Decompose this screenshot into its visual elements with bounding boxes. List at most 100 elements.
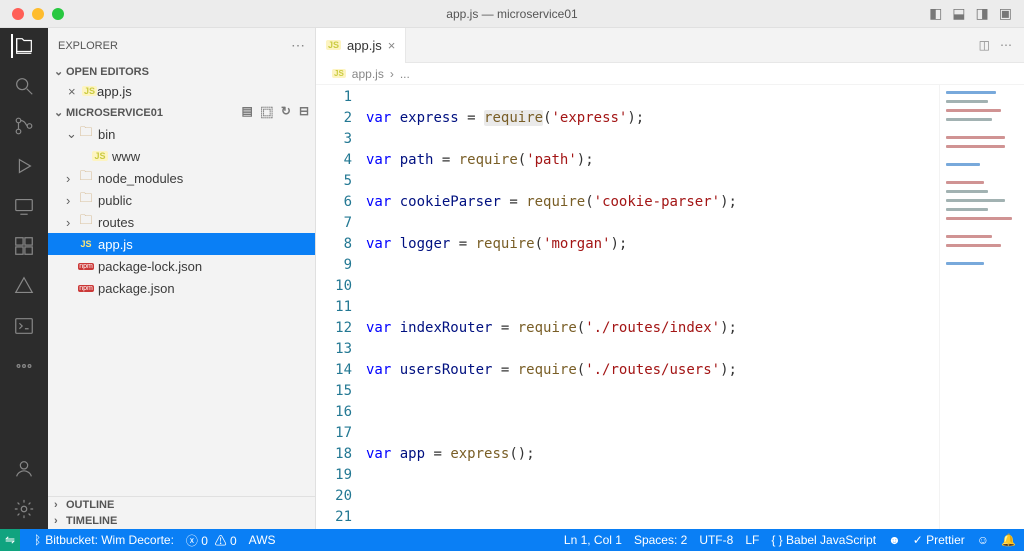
- folder-icon: 🗀: [78, 189, 94, 211]
- breadcrumb[interactable]: JS app.js › ...: [316, 63, 1024, 85]
- activity-bar: [0, 28, 48, 529]
- window-title: app.js — microservice01: [446, 7, 577, 21]
- minimap[interactable]: [939, 85, 1024, 529]
- layout-right-icon[interactable]: ◨: [976, 5, 989, 22]
- project-section[interactable]: ⌄MICROSERVICE01 ▤ ⿴ ↻ ⊟: [48, 102, 315, 123]
- file-label: app.js: [98, 237, 133, 252]
- remote-explorer-icon[interactable]: [12, 194, 36, 218]
- project-label: MICROSERVICE01: [66, 107, 163, 119]
- js-file-icon: JS: [78, 239, 94, 249]
- explorer-icon[interactable]: [11, 34, 35, 58]
- file-package-json[interactable]: npm package.json: [48, 277, 315, 299]
- new-folder-icon[interactable]: ⿴: [261, 104, 273, 121]
- file-tree: ⌄🗀bin JSwww ›🗀node_modules ›🗀public ›🗀ro…: [48, 123, 315, 299]
- open-editor-item[interactable]: × JS app.js: [48, 80, 315, 102]
- status-bitbucket[interactable]: ᛒBitbucket: Wim Decorte:: [34, 533, 174, 547]
- chevron-down-icon: ⌄: [54, 65, 64, 78]
- status-prettier[interactable]: ✓ Prettier: [913, 533, 965, 547]
- timeline-section[interactable]: ›TIMELINE: [48, 513, 315, 529]
- close-tab-icon[interactable]: ×: [388, 38, 396, 53]
- status-eol[interactable]: LF: [745, 533, 759, 547]
- chevron-right-icon: ›: [66, 171, 76, 186]
- split-editor-icon[interactable]: ◫: [979, 38, 990, 52]
- status-encoding[interactable]: UTF-8: [699, 533, 733, 547]
- new-file-icon[interactable]: ▤: [242, 104, 253, 121]
- file-label: www: [112, 149, 140, 164]
- collapse-all-icon[interactable]: ⊟: [299, 104, 309, 121]
- js-file-icon: JS: [92, 151, 108, 161]
- folder-icon: 🗀: [78, 167, 94, 189]
- code-editor[interactable]: 123456789101112131415161718192021 var ex…: [316, 85, 1024, 529]
- extensions-icon[interactable]: [12, 234, 36, 258]
- file-www[interactable]: JS www: [48, 145, 315, 167]
- folder-label: bin: [98, 127, 115, 142]
- source-control-icon[interactable]: [12, 114, 36, 138]
- status-cursor-position[interactable]: Ln 1, Col 1: [564, 533, 622, 547]
- npm-file-icon: npm: [78, 285, 94, 292]
- status-copilot-icon[interactable]: ☻: [888, 533, 901, 547]
- explorer-more-icon[interactable]: ⋯: [291, 37, 305, 54]
- folder-label: routes: [98, 215, 134, 230]
- file-label: package-lock.json: [98, 259, 202, 274]
- folder-public[interactable]: ›🗀 public: [48, 189, 315, 211]
- status-bar: ⇋ ᛒBitbucket: Wim Decorte: ⓧ 0 ⚠ 0 AWS L…: [0, 529, 1024, 551]
- status-aws[interactable]: AWS: [249, 533, 276, 547]
- layout-left-icon[interactable]: ◧: [929, 5, 942, 22]
- window-minimize-icon[interactable]: [32, 8, 44, 20]
- run-debug-icon[interactable]: [12, 154, 36, 178]
- layout-bottom-icon[interactable]: ⬓: [952, 5, 965, 22]
- accounts-icon[interactable]: [12, 457, 36, 481]
- status-indentation[interactable]: Spaces: 2: [634, 533, 687, 547]
- status-feedback-icon[interactable]: ☺: [977, 533, 989, 547]
- editor-more-icon[interactable]: ⋯: [1000, 38, 1012, 52]
- file-package-lock[interactable]: npm package-lock.json: [48, 255, 315, 277]
- explorer-title: EXPLORER: [58, 40, 118, 52]
- aws-icon[interactable]: [12, 274, 36, 298]
- open-editors-label: OPEN EDITORS: [66, 66, 149, 78]
- tab-app-js[interactable]: JS app.js ×: [316, 28, 406, 63]
- file-app-js[interactable]: JS app.js: [48, 233, 315, 255]
- window-zoom-icon[interactable]: [52, 8, 64, 20]
- timeline-label: TIMELINE: [66, 515, 117, 527]
- chevron-right-icon: ›: [54, 499, 64, 511]
- js-file-icon: JS: [326, 40, 341, 50]
- terminal-icon[interactable]: [12, 314, 36, 338]
- chevron-right-icon: ›: [66, 193, 76, 208]
- status-bell-icon[interactable]: 🔔: [1001, 533, 1016, 547]
- js-file-icon: JS: [332, 69, 346, 78]
- line-number-gutter: 123456789101112131415161718192021: [316, 85, 366, 529]
- title-bar: app.js — microservice01 ◧ ⬓ ◨ ▣: [0, 0, 1024, 28]
- status-problems[interactable]: ⓧ 0 ⚠ 0: [186, 532, 237, 549]
- search-icon[interactable]: [12, 74, 36, 98]
- chevron-down-icon: ⌄: [54, 106, 64, 119]
- folder-icon: 🗀: [78, 123, 94, 145]
- breadcrumb-rest: ...: [400, 67, 410, 81]
- window-close-icon[interactable]: [12, 8, 24, 20]
- chevron-right-icon: ›: [390, 67, 394, 81]
- folder-routes[interactable]: ›🗀 routes: [48, 211, 315, 233]
- close-icon[interactable]: ×: [68, 84, 82, 99]
- npm-file-icon: npm: [78, 263, 94, 270]
- code-content[interactable]: var express = require('express'); var pa…: [366, 85, 939, 529]
- js-file-icon: JS: [82, 86, 97, 96]
- folder-node-modules[interactable]: ›🗀 node_modules: [48, 167, 315, 189]
- editor-tabs: JS app.js × ◫ ⋯: [316, 28, 1024, 63]
- folder-label: public: [98, 193, 132, 208]
- remote-indicator-icon[interactable]: ⇋: [0, 529, 20, 551]
- more-icon[interactable]: [12, 354, 36, 378]
- editor-area: JS app.js × ◫ ⋯ JS app.js › ... 12345678…: [316, 28, 1024, 529]
- folder-label: node_modules: [98, 171, 183, 186]
- folder-icon: 🗀: [78, 211, 94, 233]
- outline-section[interactable]: ›OUTLINE: [48, 497, 315, 513]
- layout-grid-icon[interactable]: ▣: [999, 5, 1012, 22]
- open-editors-section[interactable]: ⌄ OPEN EDITORS: [48, 63, 315, 80]
- folder-bin[interactable]: ⌄🗀 bin: [48, 123, 315, 145]
- explorer-panel: EXPLORER ⋯ ⌄ OPEN EDITORS × JS app.js ⌄M…: [48, 28, 316, 529]
- status-language[interactable]: { } Babel JavaScript: [771, 533, 876, 547]
- chevron-right-icon: ›: [54, 515, 64, 527]
- file-label: package.json: [98, 281, 175, 296]
- chevron-right-icon: ›: [66, 215, 76, 230]
- refresh-icon[interactable]: ↻: [281, 104, 291, 121]
- settings-gear-icon[interactable]: [12, 497, 36, 521]
- chevron-down-icon: ⌄: [66, 126, 76, 142]
